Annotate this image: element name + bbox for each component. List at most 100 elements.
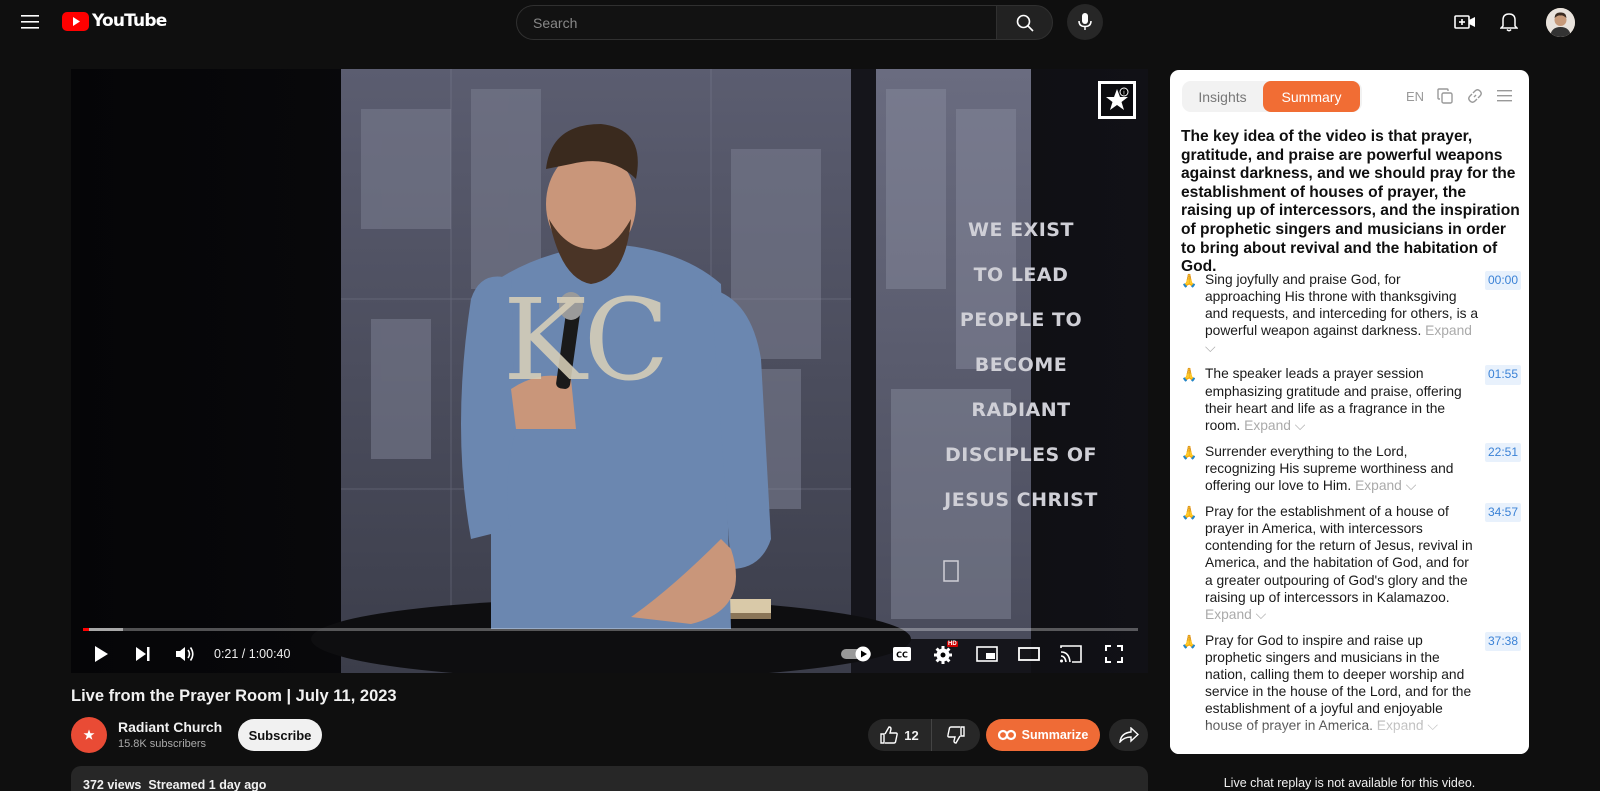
copy-icon — [1437, 88, 1453, 104]
praying-hands-icon: 🙏 — [1181, 633, 1198, 649]
autoplay-toggle[interactable] — [837, 639, 877, 669]
theater-icon — [1018, 647, 1040, 661]
play-button[interactable] — [85, 639, 117, 669]
skip-next-icon — [136, 647, 150, 661]
svg-text:KC: KC — [503, 276, 669, 406]
summarize-logo-icon — [997, 729, 1016, 741]
autoplay-toggle-icon — [841, 646, 871, 662]
video-player[interactable]: KC WE EXIST TO LEAD PEOPLE TO BECOME RAD… — [71, 69, 1148, 673]
youtube-logo[interactable]: YouTube — [62, 11, 167, 31]
microphone-icon — [1078, 13, 1092, 30]
bell-icon — [1500, 13, 1518, 32]
notifications-button[interactable] — [1496, 10, 1522, 34]
search-bar — [516, 5, 1053, 40]
summary-panel: Insights Summary EN The key idea of the … — [1170, 70, 1529, 754]
scroll-fade — [1170, 714, 1529, 754]
search-button[interactable] — [996, 5, 1053, 40]
banner-line: PEOPLE TO — [959, 309, 1083, 331]
view-count: 372 views — [83, 778, 142, 791]
panel-tabs: Insights Summary — [1182, 81, 1362, 112]
key-idea: The key idea of the video is that prayer… — [1181, 128, 1520, 276]
subtitles-button[interactable]: CC — [886, 639, 918, 669]
dislike-button[interactable] — [932, 719, 980, 751]
summary-item: 🙏 Sing joyfully and praise God, for appr… — [1181, 271, 1521, 356]
copy-button[interactable] — [1436, 87, 1454, 105]
cast-icon — [1060, 645, 1082, 663]
progress-bar[interactable] — [83, 628, 1138, 631]
praying-hands-icon: 🙏 — [1181, 505, 1198, 521]
miniplayer-icon — [976, 646, 998, 662]
link-button[interactable] — [1466, 87, 1484, 105]
description-box[interactable]: 372 views Streamed 1 day ago — [71, 766, 1148, 791]
timestamp-link[interactable]: 22:51 — [1484, 442, 1521, 462]
summarize-button[interactable]: Summarize — [986, 719, 1100, 751]
logo-text: YouTube — [92, 11, 167, 31]
video-plus-icon — [1454, 15, 1475, 29]
timestamp-link[interactable]: 37:38 — [1484, 631, 1521, 651]
player-controls: 0:21 / 1:00:40 CC HD — [71, 635, 1148, 673]
play-icon — [95, 646, 108, 662]
youtube-play-icon — [62, 11, 89, 31]
cast-button[interactable] — [1055, 639, 1087, 669]
volume-icon — [176, 647, 194, 661]
account-avatar[interactable] — [1546, 8, 1575, 37]
live-chat-note: Live chat replay is not available for th… — [1223, 776, 1476, 790]
banner-line: DISCIPLES OF — [945, 444, 1097, 466]
stream-date: Streamed 1 day ago — [148, 778, 267, 791]
expand-link[interactable]: Expand ⌵ — [1355, 478, 1416, 493]
summarize-label: Summarize — [1021, 728, 1089, 742]
panel-menu-button[interactable] — [1496, 87, 1514, 105]
miniplayer-button[interactable] — [971, 639, 1003, 669]
banner-line: JESUS CHRIST — [944, 489, 1098, 511]
channel-avatar[interactable] — [71, 717, 107, 753]
create-button[interactable] — [1452, 10, 1478, 34]
banner-line: WE EXIST — [968, 219, 1074, 241]
search-input[interactable] — [516, 5, 996, 40]
expand-link[interactable]: Expand ⌵ — [1205, 607, 1266, 622]
banner-line: BECOME — [974, 354, 1068, 376]
settings-button[interactable]: HD — [928, 639, 960, 669]
share-icon — [1118, 727, 1139, 743]
summary-item-text: Surrender everything to the Lord, recogn… — [1205, 443, 1454, 494]
praying-hands-icon: 🙏 — [1181, 444, 1198, 460]
hd-badge: HD — [947, 641, 958, 647]
panel-toolbar: EN — [1406, 87, 1514, 105]
tab-summary[interactable]: Summary — [1263, 81, 1360, 112]
banner-line: TO LEAD — [973, 264, 1069, 286]
thumbs-down-icon — [947, 726, 965, 744]
share-button[interactable] — [1109, 719, 1148, 751]
tab-insights[interactable]: Insights — [1182, 81, 1263, 112]
video-title: Live from the Prayer Room | July 11, 202… — [71, 687, 397, 705]
fullscreen-icon — [1105, 645, 1123, 663]
like-dislike-group: 12 — [868, 719, 980, 751]
language-selector[interactable]: EN — [1406, 89, 1424, 104]
theater-mode-button[interactable] — [1013, 639, 1045, 669]
like-count: 12 — [904, 727, 919, 743]
subscribe-button[interactable]: Subscribe — [238, 719, 322, 751]
timestamp-link[interactable]: 34:57 — [1484, 503, 1521, 523]
summary-item-text: Pray for the establishment of a house of… — [1205, 504, 1473, 605]
timestamp-link[interactable]: 00:00 — [1484, 271, 1521, 291]
channel-name[interactable]: Radiant Church — [118, 719, 222, 735]
timestamp-link[interactable]: 01:55 — [1484, 365, 1521, 385]
volume-button[interactable] — [169, 639, 201, 669]
banner-line: RADIANT — [971, 399, 1071, 421]
fullscreen-button[interactable] — [1098, 639, 1130, 669]
closed-captions-icon: CC — [893, 647, 911, 661]
summary-item: 🙏 The speaker leads a prayer session emp… — [1181, 365, 1521, 433]
list-menu-icon — [1497, 90, 1512, 102]
star-icon — [83, 729, 95, 740]
time-display: 0:21 / 1:00:40 — [214, 647, 291, 661]
like-button[interactable]: 12 — [868, 719, 932, 751]
praying-hands-icon: 🙏 — [1181, 273, 1198, 288]
expand-link[interactable]: Expand ⌵ — [1244, 418, 1305, 433]
thumbs-up-icon — [880, 726, 899, 744]
shirt-logo-group: KC — [503, 276, 669, 406]
svg-text:CC: CC — [896, 651, 908, 660]
search-icon — [1016, 14, 1034, 32]
voice-search-button[interactable] — [1067, 4, 1103, 40]
menu-icon[interactable] — [17, 8, 45, 36]
channel-watermark[interactable]: i — [1098, 81, 1136, 119]
subscriber-count: 15.8K subscribers — [118, 738, 207, 750]
next-button[interactable] — [127, 639, 159, 669]
